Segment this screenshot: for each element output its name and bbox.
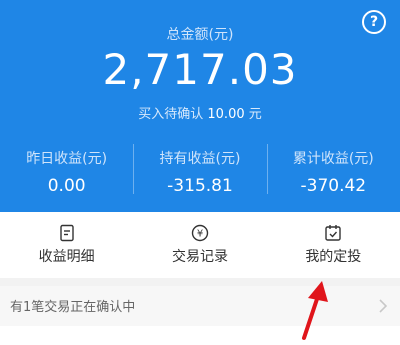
section-divider	[0, 278, 400, 286]
action-label: 交易记录	[171, 249, 228, 265]
action-label: 收益明细	[38, 249, 95, 265]
total-amount-value: 2,717.03	[102, 45, 298, 94]
chevron-right-icon	[379, 299, 388, 313]
stat-value: -370.42	[300, 176, 367, 196]
stat-cumulative-earnings: 累计收益(元) -370.42	[266, 140, 400, 202]
svg-text:¥: ¥	[197, 229, 203, 240]
stat-value: -315.81	[167, 176, 233, 196]
pending-transaction-notice[interactable]: 有1笔交易正在确认中	[0, 286, 400, 326]
pending-confirmation: 买入待确认 10.00 元	[0, 103, 400, 122]
earnings-detail-button[interactable]: 收益明细	[0, 212, 133, 278]
notice-text: 有1笔交易正在确认中	[10, 300, 136, 315]
document-icon	[59, 224, 74, 242]
pending-unit: 元	[248, 107, 262, 122]
transaction-records-button[interactable]: ¥ 交易记录	[133, 212, 266, 278]
asset-summary-header: ? 总金额(元) 2,717.03 买入待确认 10.00 元 昨日收益(元) …	[0, 0, 400, 212]
stat-label: 累计收益(元)	[292, 151, 374, 167]
stat-value: 0.00	[47, 176, 86, 196]
pending-label: 买入待确认	[138, 107, 204, 122]
stat-holding-earnings: 持有收益(元) -315.81	[133, 140, 266, 202]
pending-amount: 10.00	[207, 107, 245, 122]
stat-yesterday-earnings: 昨日收益(元) 0.00	[0, 140, 133, 202]
stat-label: 昨日收益(元)	[26, 151, 108, 167]
my-auto-invest-button[interactable]: 我的定投	[267, 212, 400, 278]
total-amount-label: 总金额(元)	[166, 27, 234, 43]
earnings-stats: 昨日收益(元) 0.00 持有收益(元) -315.81 累计收益(元) -37…	[0, 140, 400, 202]
action-label: 我的定投	[305, 249, 362, 265]
calendar-check-icon	[325, 225, 342, 241]
yen-coin-icon: ¥	[191, 224, 209, 242]
action-bar: 收益明细 ¥ 交易记录 我的定投	[0, 212, 400, 278]
stat-label: 持有收益(元)	[159, 151, 241, 167]
